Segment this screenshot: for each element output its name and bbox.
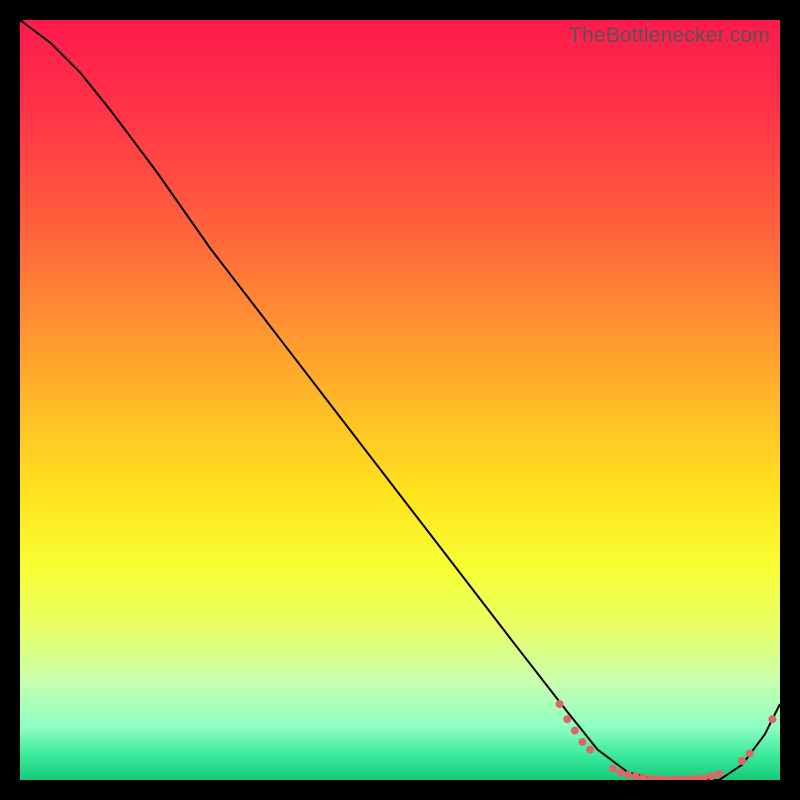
data-point — [563, 715, 571, 723]
data-point — [708, 772, 716, 780]
data-point — [571, 727, 579, 735]
data-point — [738, 757, 746, 765]
watermark-text: TheBottlenecker.com — [569, 24, 770, 48]
data-point — [768, 715, 776, 723]
data-point — [578, 738, 586, 746]
data-point — [715, 770, 723, 778]
data-point — [632, 772, 640, 780]
chart-background — [20, 20, 780, 780]
data-point — [556, 700, 564, 708]
data-point — [609, 765, 617, 773]
data-point — [616, 768, 624, 776]
chart-svg — [20, 20, 780, 780]
data-point — [746, 749, 754, 757]
data-point — [624, 771, 632, 779]
chart-container: TheBottlenecker.com — [20, 20, 780, 780]
data-point — [586, 746, 594, 754]
